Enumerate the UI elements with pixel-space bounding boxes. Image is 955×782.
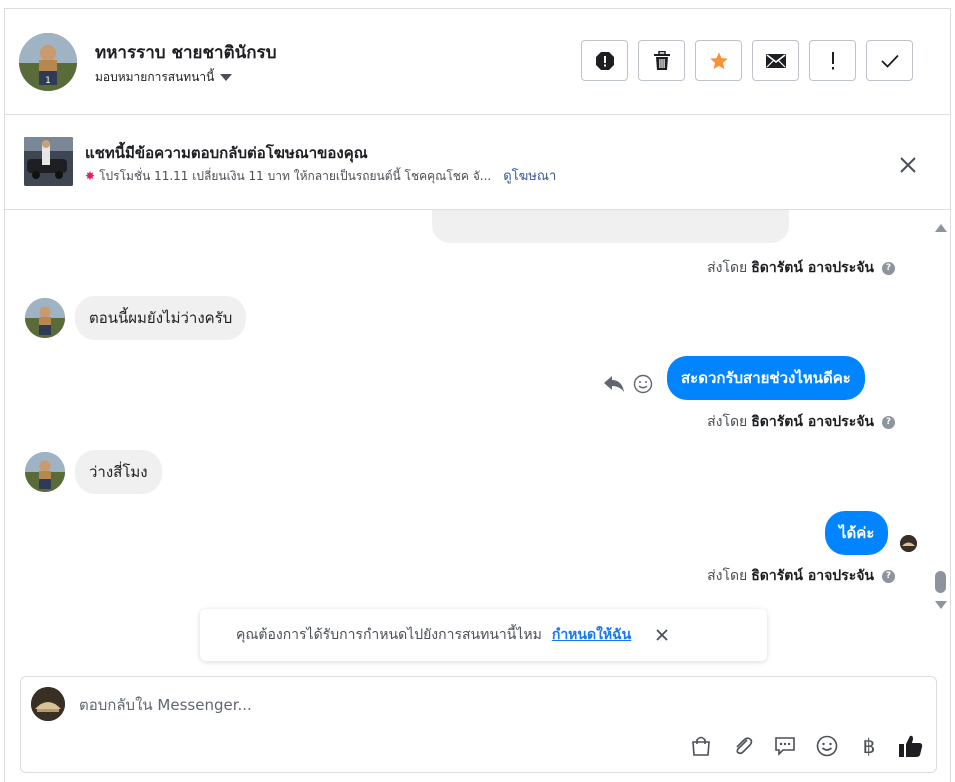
thread-scrollbar[interactable] — [932, 216, 948, 611]
contact-name[interactable]: ทหารราบ ชายชาตินักรบ — [95, 39, 276, 66]
mark-unread-button[interactable] — [752, 40, 799, 81]
close-icon[interactable] — [898, 155, 918, 175]
exclamation-icon — [831, 51, 834, 69]
saved-reply-icon[interactable] — [772, 733, 798, 759]
thumbs-up-icon[interactable] — [898, 733, 924, 759]
reply-composer: ฿ — [20, 676, 937, 773]
assign-label: มอบหมายการสนทนานี้ — [95, 70, 215, 84]
star-button[interactable] — [695, 40, 742, 81]
alert-octagon-icon — [595, 51, 614, 70]
sent-by-label: ส่งโดย ธิดารัตน์ อาจประจัน ? — [707, 565, 895, 587]
caret-down-icon — [220, 74, 233, 81]
view-ad-link[interactable]: ดูโฆษณา — [503, 169, 556, 184]
scroll-down-arrow-icon[interactable] — [935, 601, 947, 609]
check-icon — [880, 54, 899, 68]
assign-prompt: คุณต้องการได้รับการกำหนดไปยังการสนทนานี้… — [200, 609, 767, 661]
incoming-message-row: ว่างสี่โมง — [25, 450, 162, 494]
shopping-bag-icon[interactable] — [688, 733, 714, 759]
assign-to-me-link[interactable]: กำหนดให้ฉัน — [552, 624, 631, 646]
emoji-reaction-icon[interactable] — [633, 374, 653, 394]
emoji-icon[interactable] — [814, 733, 840, 759]
ad-thumbnail[interactable] — [24, 137, 73, 186]
delete-button[interactable] — [638, 40, 685, 81]
conversation-header: 1 ทหารราบ ชายชาตินักรบ มอบหมายการสนทนานี… — [5, 9, 950, 115]
sent-by-label: ส่งโดย ธิดารัตน์ อาจประจัน ? — [707, 257, 895, 279]
incoming-message-bubble[interactable]: ตอนนี้ผมยังไม่ว่างครับ — [75, 296, 247, 340]
star-icon — [709, 51, 728, 69]
outgoing-message-bubble[interactable]: สะดวกรับสายช่วงไหนดีคะ — [667, 356, 865, 400]
contact-avatar[interactable]: 1 — [19, 33, 77, 91]
scroll-thumb[interactable] — [935, 571, 946, 593]
reply-input[interactable] — [79, 693, 899, 717]
baht-icon[interactable]: ฿ — [856, 733, 882, 759]
page-avatar — [31, 687, 65, 721]
sent-by-prefix: ส่งโดย — [707, 414, 748, 430]
sparkle-icon: ✸ — [85, 169, 96, 183]
ad-text: โปรโมชั่น 11.11 เปลี่ยนเงิน 11 บาท ให้กล… — [99, 169, 492, 183]
paperclip-icon[interactable] — [730, 733, 756, 759]
help-icon[interactable]: ? — [882, 569, 895, 583]
message-thread: ส่งโดย ธิดารัตน์ อาจประจัน ? ตอนนี้ผมยัง… — [5, 210, 950, 670]
ad-banner-title: แชทนี้มีข้อความตอบกลับต่อโฆษณาของคุณ — [85, 144, 368, 162]
sent-by-label: ส่งโดย ธิดารัตน์ อาจประจัน ? — [707, 411, 895, 433]
envelope-icon — [765, 53, 786, 68]
outgoing-message-bubble[interactable]: ได้ค่ะ — [825, 511, 889, 555]
seen-avatar — [900, 535, 917, 552]
scroll-up-arrow-icon[interactable] — [935, 224, 947, 232]
contact-avatar-small — [25, 298, 65, 338]
svg-text:1: 1 — [45, 76, 51, 86]
messenger-conversation-panel: 1 ทหารราบ ชายชาตินักรบ มอบหมายการสนทนานี… — [4, 8, 951, 782]
reply-icon[interactable] — [603, 375, 625, 393]
agent-name: ธิดารัตน์ อาจประจัน — [751, 260, 874, 276]
spam-button[interactable] — [581, 40, 628, 81]
mark-done-button[interactable] — [866, 40, 913, 81]
close-icon[interactable] — [655, 628, 669, 642]
agent-name: ธิดารัตน์ อาจประจัน — [751, 414, 874, 430]
agent-name: ธิดารัตน์ อาจประจัน — [751, 568, 874, 584]
ad-banner-subtitle: ✸ โปรโมชั่น 11.11 เปลี่ยนเงิน 11 บาท ให้ก… — [85, 165, 556, 186]
follow-up-button[interactable] — [809, 40, 856, 81]
message-actions — [603, 374, 653, 394]
help-icon[interactable]: ? — [882, 415, 895, 429]
composer-toolbar: ฿ — [688, 733, 924, 759]
contact-avatar-small — [25, 452, 65, 492]
conversation-toolbar — [581, 40, 913, 81]
help-icon[interactable]: ? — [882, 261, 895, 275]
trash-icon — [653, 50, 670, 70]
assign-prompt-text: คุณต้องการได้รับการกำหนดไปยังการสนทนานี้… — [236, 627, 542, 643]
incoming-message-row: ตอนนี้ผมยังไม่ว่างครับ — [25, 296, 247, 340]
ad-reply-banner: แชทนี้มีข้อความตอบกลับต่อโฆษณาของคุณ ✸ โป… — [5, 115, 950, 210]
assign-conversation-dropdown[interactable]: มอบหมายการสนทนานี้ — [95, 68, 233, 87]
previous-message-bubble — [432, 210, 789, 243]
incoming-message-bubble[interactable]: ว่างสี่โมง — [75, 450, 162, 494]
sent-by-prefix: ส่งโดย — [707, 260, 748, 276]
sent-by-prefix: ส่งโดย — [707, 568, 748, 584]
